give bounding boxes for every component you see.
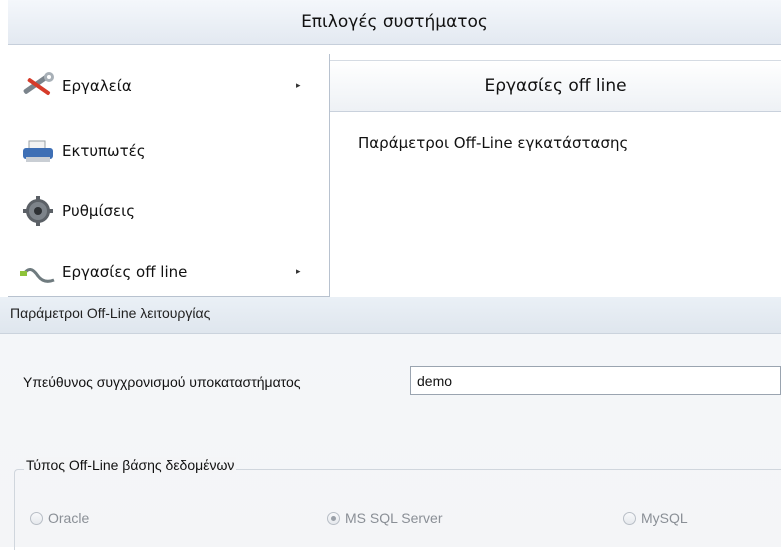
submenu-arrow-icon: ▸ [296, 267, 301, 277]
window-title: Επιλογές συστήματος [301, 12, 488, 32]
radio-mssql[interactable]: MS SQL Server [327, 510, 443, 526]
menu-item-offline-tasks[interactable]: Εργασίες off line ▸ [8, 247, 329, 297]
radio-circle-icon [30, 511, 43, 525]
radio-label: MS SQL Server [345, 510, 443, 526]
offline-params-dialog: Παράμετροι Off-Line λειτουργίας Υπεύθυνο… [0, 297, 781, 550]
printer-icon [16, 131, 60, 171]
menu-item-label: Εκτυπωτές [62, 142, 146, 160]
menu-item-label: Ρυθμίσεις [62, 202, 136, 220]
radio-label: Oracle [48, 510, 90, 526]
menu-item-tools[interactable]: Εργαλεία ▸ [8, 61, 329, 111]
radio-oracle[interactable]: Oracle [30, 510, 89, 526]
gear-icon [16, 191, 60, 231]
tools-icon [16, 66, 60, 106]
menu-item-printers[interactable]: Εκτυπωτές [8, 126, 329, 176]
radio-mysql[interactable]: MySQL [623, 510, 688, 526]
cable-icon [16, 252, 60, 292]
panel-item-offline-install-params[interactable]: Παράμετροι Off-Line εγκατάστασης [358, 134, 628, 152]
sync-responsible-label: Υπεύθυνος συγχρονισμού υποκαταστήματος [23, 374, 301, 390]
dialog-title: Παράμετροι Off-Line λειτουργίας [10, 305, 211, 321]
offline-tasks-panel: Εργασίες off line Παράμετροι Off-Line εγ… [330, 54, 781, 296]
window-title-bar: Επιλογές συστήματος [8, 0, 781, 45]
db-type-group-label: Τύπος Off-Line βάσης δεδομένων [24, 457, 237, 473]
panel-header: Εργασίες off line [330, 60, 781, 112]
submenu-arrow-icon: ▸ [296, 81, 301, 91]
sync-responsible-value: demo [417, 372, 453, 389]
system-options-menu: Εργαλεία ▸ Εκτυπωτές Ρυθμίσεις Εργασίες … [8, 54, 330, 297]
menu-item-settings[interactable]: Ρυθμίσεις [8, 186, 329, 236]
radio-circle-icon [623, 511, 636, 525]
radio-circle-checked-icon [327, 511, 340, 525]
menu-item-label: Εργαλεία [62, 77, 132, 95]
menu-item-label: Εργασίες off line [62, 263, 188, 281]
sync-responsible-input[interactable]: demo [410, 366, 781, 395]
radio-label: MySQL [641, 510, 688, 526]
